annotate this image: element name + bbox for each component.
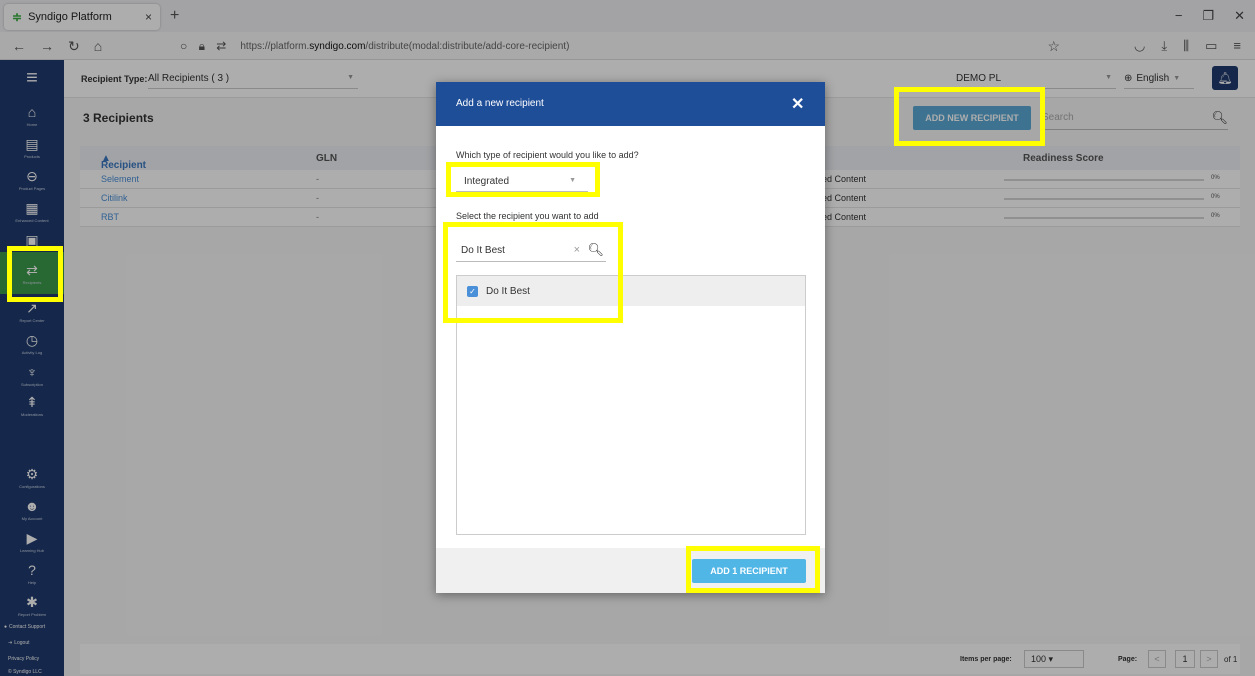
highlight-add-new-recipient <box>894 87 1045 146</box>
add-recipient-modal: Add a new recipient ✕ Which type of reci… <box>436 82 825 593</box>
select-recipient-question: Select the recipient you want to add <box>456 211 599 221</box>
highlight-add-button <box>686 546 820 593</box>
recipient-type-question: Which type of recipient would you like t… <box>456 150 639 160</box>
highlight-recipient-search <box>443 222 623 323</box>
highlight-type-select <box>446 162 600 197</box>
modal-header: Add a new recipient ✕ <box>436 82 825 126</box>
close-icon[interactable]: ✕ <box>791 94 804 114</box>
highlight-recipients-nav <box>7 246 63 302</box>
modal-title: Add a new recipient <box>456 98 544 109</box>
